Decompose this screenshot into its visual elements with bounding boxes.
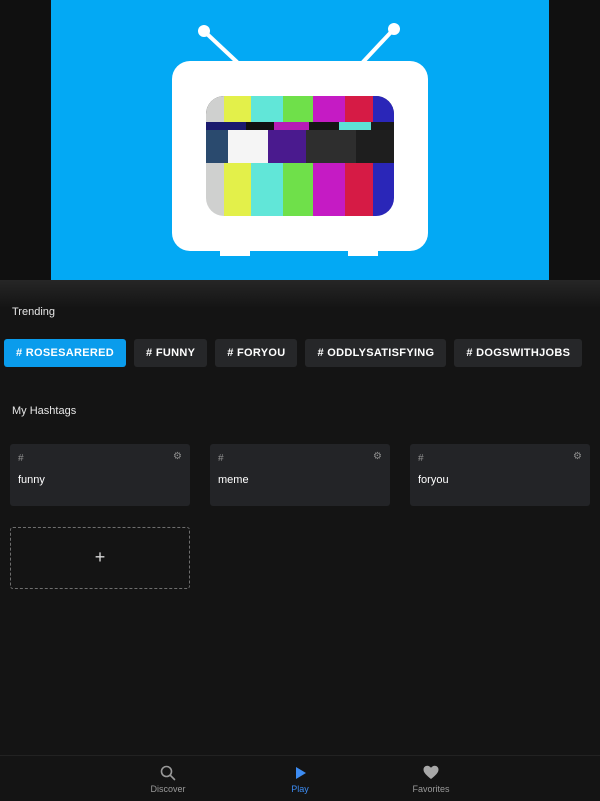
hashtag-name: foryou [418, 474, 449, 486]
tab-discover[interactable]: Discover [118, 756, 218, 801]
hashtag-card-meme[interactable]: # ⚙ meme [210, 444, 390, 506]
gear-icon[interactable]: ⚙ [373, 452, 382, 462]
video-thumbnail[interactable] [51, 0, 549, 280]
hashtag-card-funny[interactable]: # ⚙ funny [10, 444, 190, 506]
tab-label-play: Play [291, 784, 309, 794]
trending-chip-funny[interactable]: # FUNNY [134, 339, 208, 367]
tab-favorites[interactable]: Favorites [381, 756, 481, 801]
trending-chip-foryou[interactable]: # FORYOU [215, 339, 298, 367]
gear-icon[interactable]: ⚙ [173, 452, 182, 462]
plus-icon: + [94, 547, 106, 567]
hashtag-name: meme [218, 474, 249, 486]
trending-chip-dogswithjobs[interactable]: # DOGSWITHJOBS [454, 339, 583, 367]
search-icon [160, 765, 176, 781]
video-shadow [0, 280, 600, 308]
hashtag-card-foryou[interactable]: # ⚙ foryou [410, 444, 590, 506]
trending-chip-rosesarered[interactable]: # ROSESARERED [4, 339, 127, 367]
tab-play[interactable]: Play [250, 756, 350, 801]
hashtag-name: funny [18, 474, 45, 486]
trending-title: Trending [12, 306, 56, 318]
hash-symbol: # [418, 453, 424, 464]
tab-label-favorites: Favorites [412, 784, 450, 794]
bottom-tab-bar: Discover Play Favorites [0, 755, 600, 801]
tab-label-discover: Discover [150, 784, 186, 794]
trending-chip-oddlysatisfying[interactable]: # ODDLYSATISFYING [305, 339, 447, 367]
video-player[interactable] [0, 0, 600, 280]
heart-icon [423, 765, 439, 779]
add-hashtag-button[interactable]: + [10, 527, 190, 589]
hash-symbol: # [218, 453, 224, 464]
play-icon [296, 767, 306, 779]
trending-chips: # ROSESARERED # FUNNY # FORYOU # ODDLYSA… [4, 339, 583, 367]
my-hashtags-title: My Hashtags [12, 405, 77, 417]
gear-icon[interactable]: ⚙ [573, 452, 582, 462]
tv-illustration [172, 23, 428, 256]
hash-symbol: # [18, 453, 24, 464]
